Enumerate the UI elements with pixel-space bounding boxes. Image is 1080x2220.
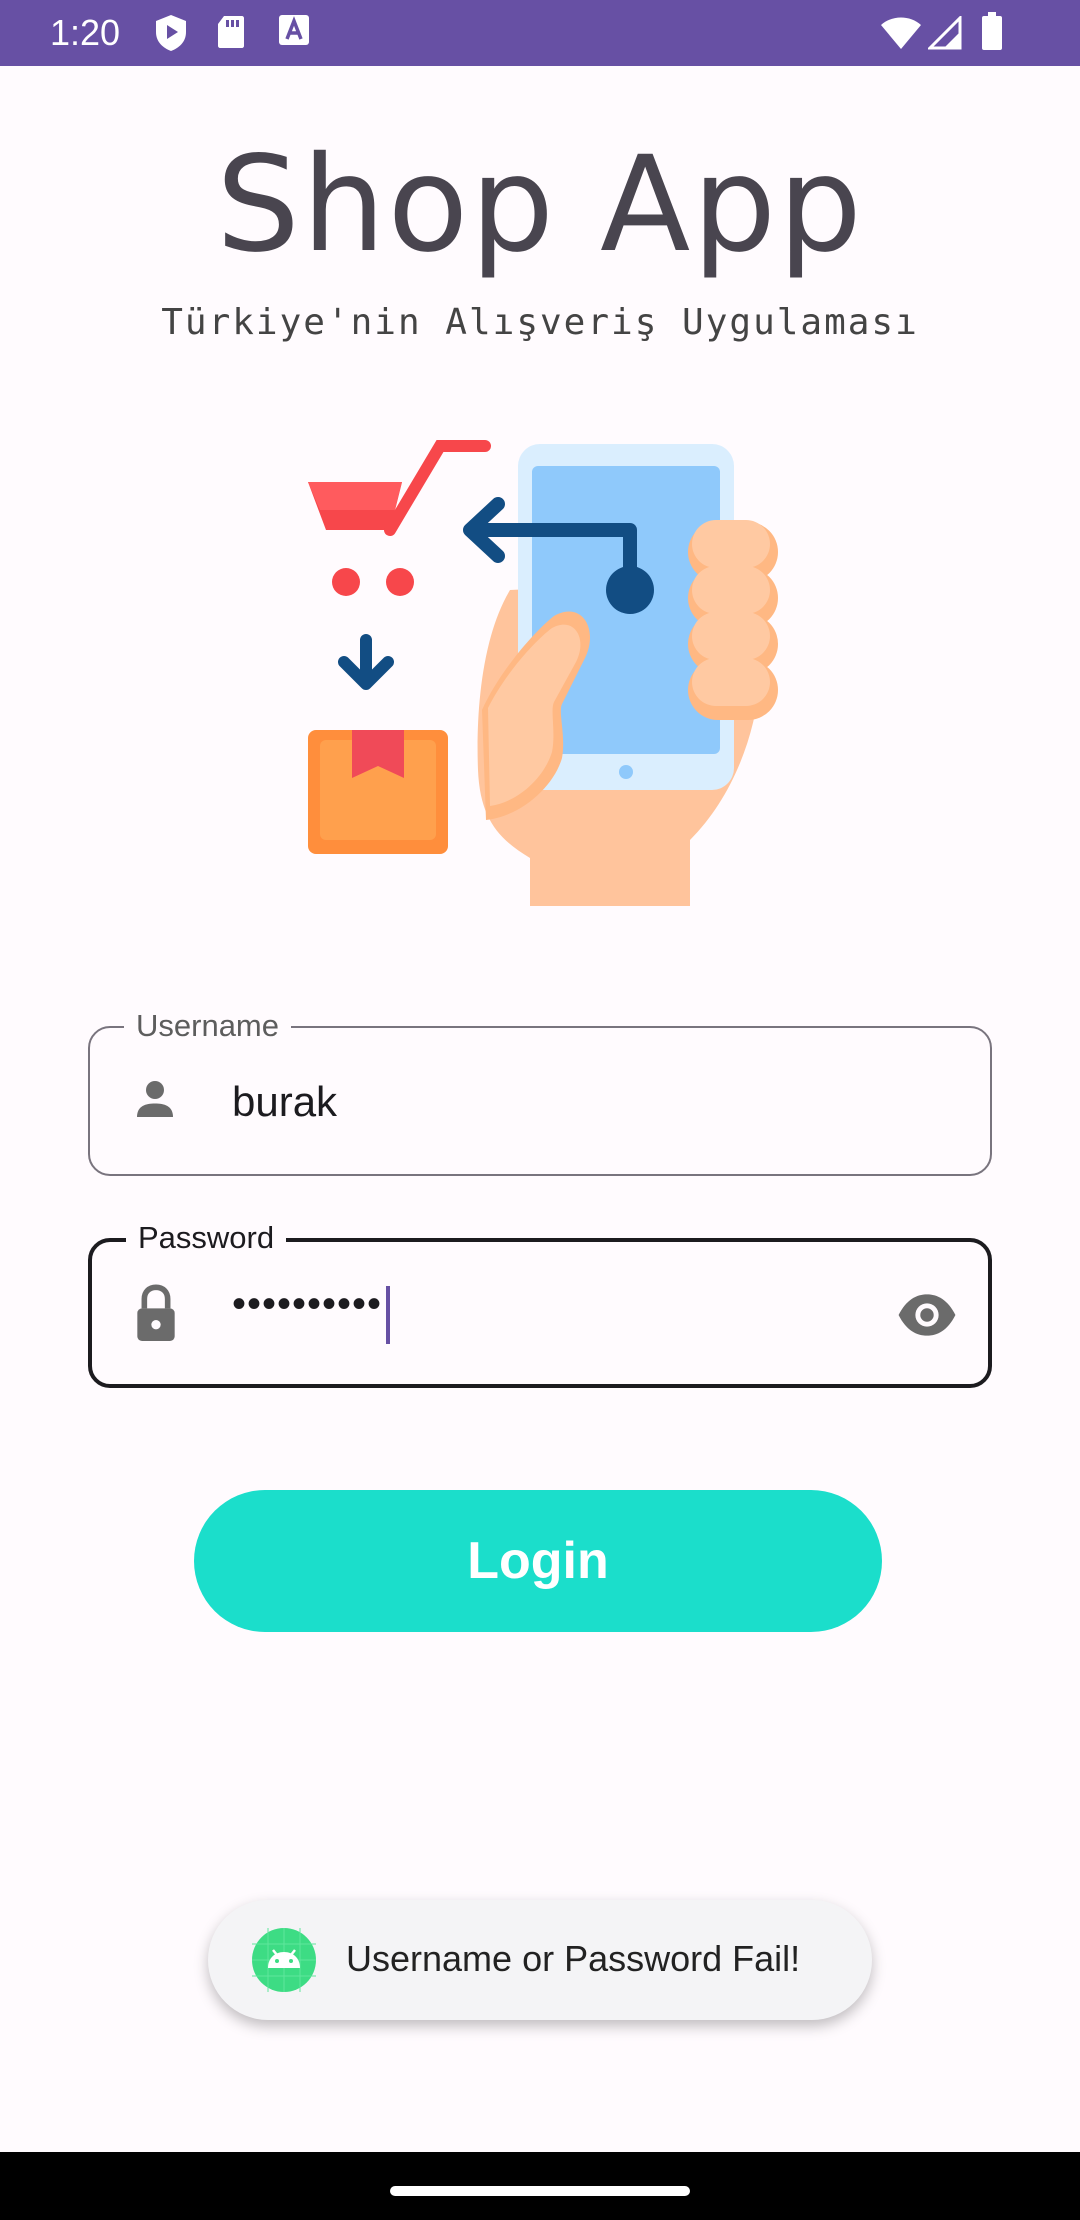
toast: Username or Password Fail! [208, 1900, 872, 2020]
status-bar: 1:20 [0, 0, 1080, 66]
login-button[interactable]: Login [194, 1490, 882, 1632]
android-icon [252, 1928, 316, 1992]
password-label: Password [126, 1220, 287, 1256]
wifi-icon [881, 17, 921, 49]
home-handle[interactable] [390, 2186, 690, 2196]
eye-icon[interactable] [896, 1284, 958, 1346]
font-a-icon [279, 15, 309, 45]
password-field[interactable]: Password •••••••••• [88, 1220, 992, 1388]
username-field[interactable]: Username burak [88, 1008, 992, 1176]
password-value[interactable]: •••••••••• [232, 1282, 382, 1327]
lock-icon [137, 1284, 175, 1341]
shopping-cart-phone-illustration [308, 440, 778, 906]
username-value[interactable]: burak [232, 1078, 337, 1126]
app-subtitle: Türkiye'nin Alışveriş Uygulaması [161, 302, 919, 343]
person-icon [137, 1081, 173, 1117]
sd-card-icon [218, 16, 244, 48]
shield-play-icon [156, 15, 186, 51]
username-label: Username [124, 1008, 291, 1044]
navigation-bar [0, 2152, 1080, 2220]
signal-icon [928, 16, 962, 50]
app-title: Shop App [216, 128, 864, 282]
toast-message: Username or Password Fail! [346, 1938, 801, 1979]
battery-icon [982, 12, 1002, 50]
text-cursor [386, 1286, 390, 1344]
status-time: 1:20 [50, 12, 121, 53]
